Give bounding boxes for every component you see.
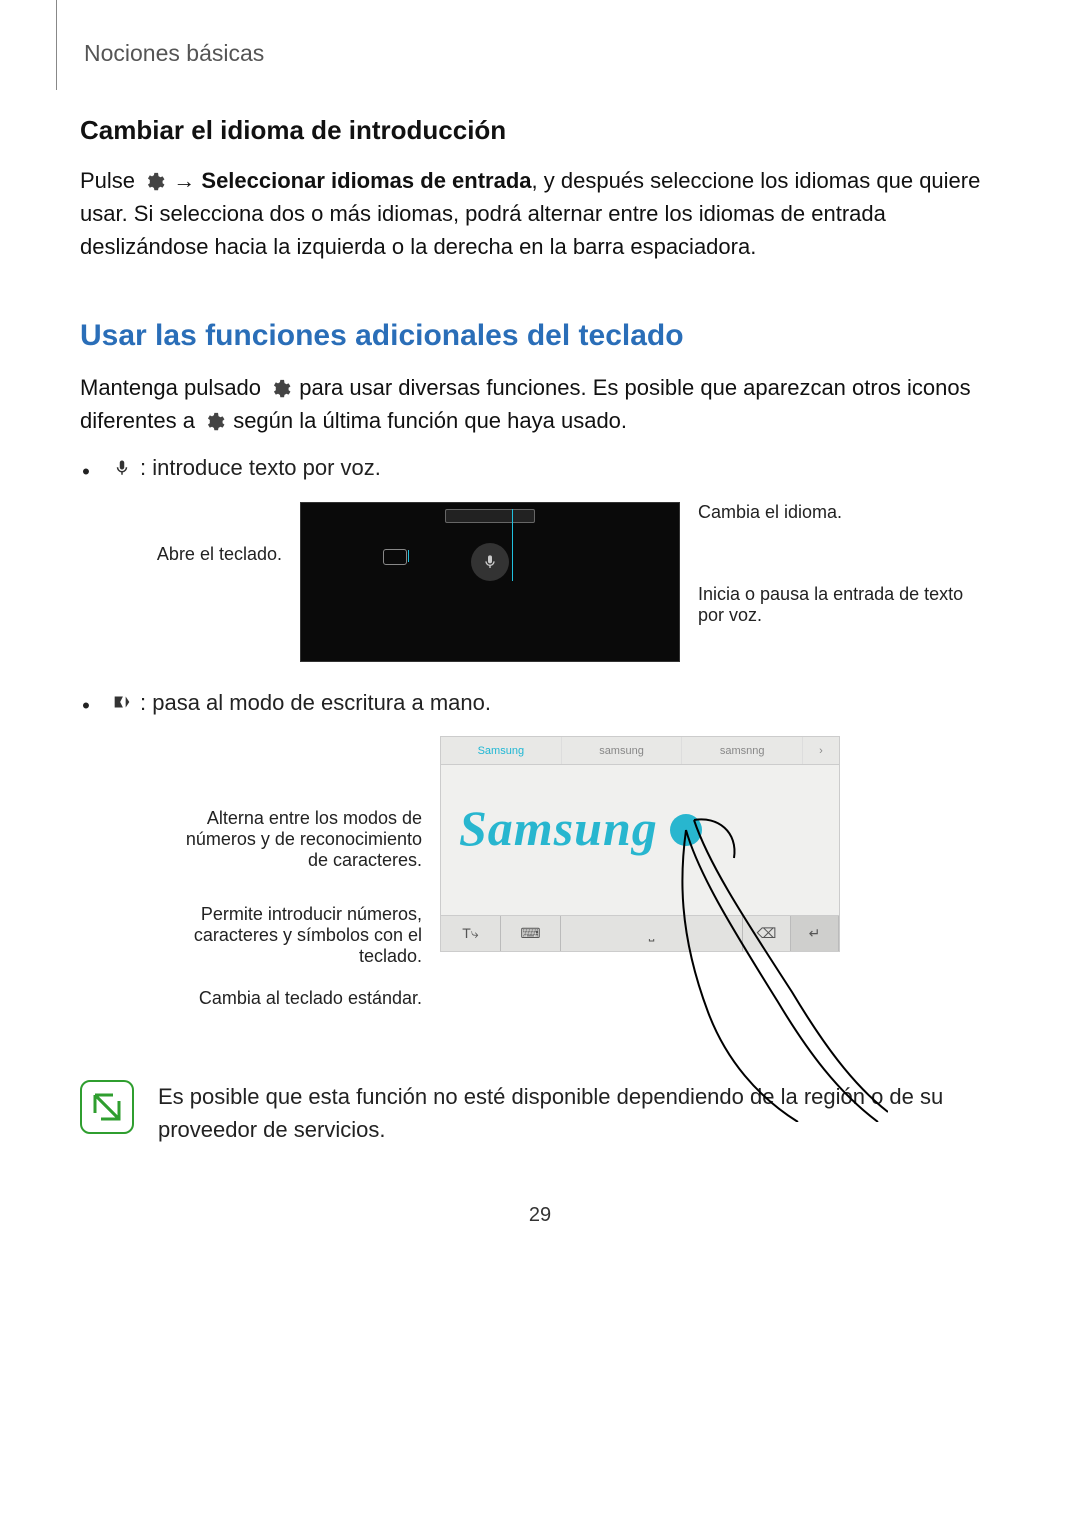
suggestion-more-icon: ›	[803, 737, 839, 764]
suggestion-bar: Samsung samsung samsnng ›	[441, 737, 839, 765]
leader-line	[408, 550, 409, 562]
open-keyboard-icon	[383, 549, 407, 565]
callout-symbol-input: Permite introducir números, caracteres y…	[162, 904, 422, 967]
bullet-handwriting-text: : pasa al modo de escritura a mano.	[140, 686, 491, 719]
key-backspace: ⌫	[743, 916, 791, 951]
bullet-voice-text: : introduce texto por voz.	[140, 451, 381, 484]
leader-line	[512, 509, 513, 581]
mic-button-icon	[471, 543, 509, 581]
p2-post: según la última función que haya usado.	[227, 408, 627, 433]
heading-change-language: Cambiar el idioma de introducción	[80, 115, 1000, 146]
suggestion-2: samsung	[562, 737, 683, 764]
figure-handwriting: Alterna entre los modos de números y de …	[80, 736, 1000, 1056]
key-return: ↵	[791, 916, 839, 951]
key-mode-toggle: T⤷	[441, 916, 501, 951]
bullet-dot: •	[80, 689, 92, 722]
bullet-dot: •	[80, 455, 92, 488]
p1-arrow: →	[167, 168, 201, 193]
suggestion-3: samsnng	[682, 737, 803, 764]
paragraph-1: Pulse → Seleccionar idiomas de entrada, …	[80, 164, 1000, 263]
callout-standard-keyboard: Cambia al teclado estándar.	[199, 988, 422, 1009]
callout-change-language: Cambia el idioma.	[698, 502, 842, 523]
callout-open-keyboard: Abre el teclado.	[157, 544, 282, 565]
note-text: Es posible que esta función no esté disp…	[158, 1080, 1000, 1146]
callout-voice-toggle: Inicia o pausa la entrada de texto por v…	[698, 584, 988, 626]
heading-keyboard-extras: Usar las funciones adicionales del tecla…	[80, 319, 1000, 353]
breadcrumb: Nociones básicas	[84, 40, 1000, 67]
note-box: Es posible que esta función no esté disp…	[80, 1080, 1000, 1146]
p1-bold: Seleccionar idiomas de entrada	[201, 168, 531, 193]
language-pill	[445, 509, 535, 523]
handwriting-sample: Samsung	[459, 799, 658, 857]
page-number: 29	[80, 1204, 1000, 1227]
gear-icon	[269, 378, 291, 400]
p1-pre: Pulse	[80, 168, 141, 193]
suggestion-1: Samsung	[441, 737, 562, 764]
key-standard-keyboard: ⌨	[501, 916, 561, 951]
handwriting-keyboard-diagram: Samsung samsung samsnng › Samsung T⤷ ⌨ ⎵…	[440, 736, 840, 952]
handwriting-icon	[111, 691, 133, 713]
bullet-handwriting: • : pasa al modo de escritura a mano.	[80, 686, 1000, 723]
voice-input-diagram	[300, 502, 680, 662]
figure-voice-input: Abre el teclado. Cambia el idioma. Inici…	[80, 502, 1000, 662]
margin-rule	[56, 0, 57, 90]
bullet-voice: • : introduce texto por voz.	[80, 451, 1000, 488]
key-space: ⎵	[561, 916, 743, 951]
callout-toggle-modes: Alterna entre los modos de números y de …	[162, 808, 422, 871]
gear-icon	[143, 171, 165, 193]
paragraph-2: Mantenga pulsado para usar diversas func…	[80, 371, 1000, 437]
note-icon	[80, 1080, 134, 1134]
handwriting-canvas: Samsung	[441, 765, 839, 915]
p2-pre: Mantenga pulsado	[80, 375, 267, 400]
mic-icon	[113, 457, 131, 479]
gear-icon	[203, 411, 225, 433]
